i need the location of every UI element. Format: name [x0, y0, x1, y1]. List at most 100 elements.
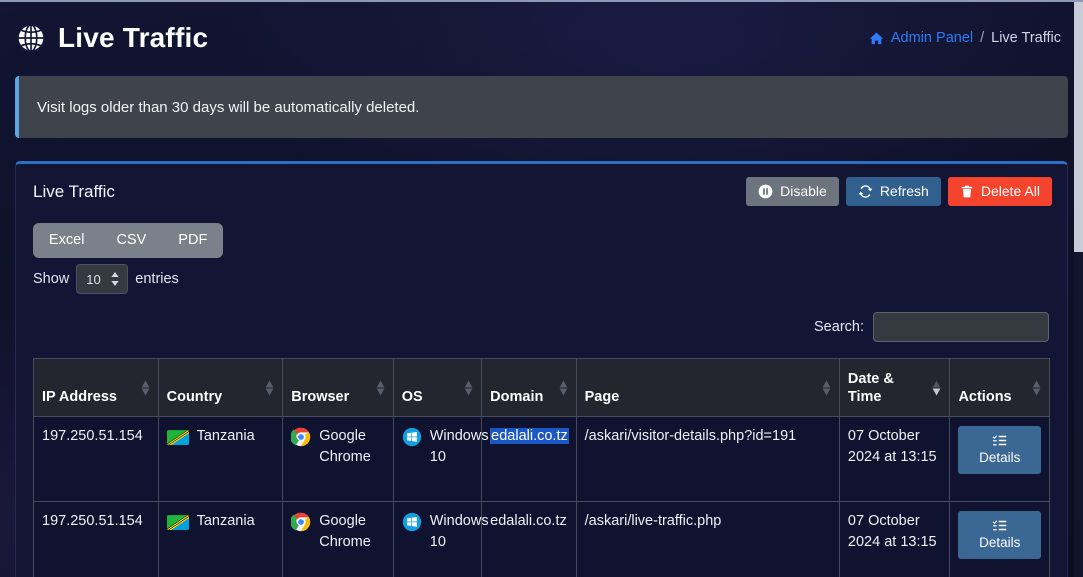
export-excel-button[interactable]: Excel: [33, 223, 100, 258]
sort-indicator-icon: [558, 379, 569, 396]
home-icon: [869, 31, 884, 46]
column-label: Domain: [490, 389, 544, 406]
sort-indicator-icon: [821, 379, 832, 396]
cell-date-time: 07 October 2024 at 13:15: [838, 416, 951, 503]
refresh-button[interactable]: Refresh: [845, 176, 941, 207]
column-label: IP Address: [42, 389, 117, 406]
breadcrumb-separator: /: [980, 30, 985, 46]
chrome-icon: [291, 512, 311, 532]
cell-country: Tanzania: [157, 501, 284, 577]
cell-os: Windows 10: [392, 501, 489, 577]
column-label: Date & Time: [847, 371, 894, 406]
cell-actions: Details: [949, 416, 1050, 503]
retention-alert: Visit logs older than 30 days will be au…: [15, 76, 1068, 138]
column-header-country[interactable]: Country: [157, 358, 284, 418]
live-traffic-card: Live Traffic Disable Refresh Delete All …: [15, 161, 1068, 577]
cell-country: Tanzania: [157, 416, 284, 503]
delete-all-button-label: Delete All: [980, 182, 1040, 199]
table-head: IP Address Country Browser OS Domain Pag…: [33, 358, 1050, 418]
disable-button-label: Disable: [780, 182, 827, 199]
cell-domain-label: edalali.co.tz: [490, 513, 567, 530]
cell-os-label: Windows 10: [429, 513, 489, 550]
card-header: Live Traffic Disable Refresh Delete All: [16, 164, 1067, 217]
sort-indicator-icon: [463, 379, 474, 396]
trash-icon: [960, 184, 974, 199]
page-header: Live Traffic Admin Panel / Live Traffic: [0, 2, 1083, 70]
search-label: Search:: [814, 319, 864, 336]
details-button-label: Details: [979, 450, 1021, 466]
cell-actions: Details: [949, 501, 1050, 577]
export-button-group: Excel CSV PDF: [33, 223, 224, 259]
page-scrollbar[interactable]: [1074, 2, 1083, 577]
page-title-group: Live Traffic: [16, 23, 208, 53]
cell-os-label: Windows 10: [429, 428, 489, 465]
delete-all-button[interactable]: Delete All: [947, 176, 1052, 207]
sort-indicator-icon: [140, 379, 151, 396]
table-header-row: IP Address Country Browser OS Domain Pag…: [33, 358, 1050, 418]
cell-ip-address: 197.250.51.154: [33, 416, 159, 503]
retention-alert-text: Visit logs older than 30 days will be au…: [37, 98, 420, 116]
sync-icon: [858, 184, 873, 199]
column-label: Actions: [958, 389, 1012, 406]
page-title: Live Traffic: [58, 22, 209, 53]
details-button[interactable]: Details: [958, 511, 1041, 560]
entries-per-page-select[interactable]: 10: [76, 264, 129, 295]
sort-indicator-icon: [1031, 379, 1042, 396]
cell-page: /askari/live-traffic.php: [575, 501, 840, 577]
export-csv-button[interactable]: CSV: [100, 223, 162, 258]
page-scrollbar-thumb[interactable]: [1074, 2, 1083, 252]
card-title: Live Traffic: [33, 182, 115, 201]
sort-indicator-desc-icon: [931, 379, 942, 396]
table-search-control: Search:: [33, 312, 1050, 343]
cell-browser-label: Google Chrome: [319, 513, 371, 550]
tanzania-flag-icon: [166, 512, 189, 531]
column-header-page[interactable]: Page: [575, 358, 840, 418]
length-prefix-label: Show: [33, 271, 70, 288]
sort-indicator-icon: [264, 379, 275, 396]
list-check-icon: [992, 518, 1008, 533]
column-header-actions[interactable]: Actions: [949, 358, 1050, 418]
windows-icon: [402, 512, 422, 532]
breadcrumb: Admin Panel / Live Traffic: [869, 30, 1065, 46]
length-suffix-label: entries: [135, 271, 179, 288]
column-header-date-time[interactable]: Date & Time: [838, 358, 951, 418]
card-toolbar: Disable Refresh Delete All: [746, 176, 1052, 207]
tanzania-flag-icon: [166, 427, 189, 446]
live-traffic-table-wrap: IP Address Country Browser OS Domain Pag…: [33, 358, 1050, 577]
cell-browser: Google Chrome: [282, 416, 394, 503]
cell-os: Windows 10: [392, 416, 489, 503]
cell-country-label: Tanzania: [196, 513, 255, 530]
disable-button[interactable]: Disable: [746, 176, 839, 207]
cell-domain-label: edalali.co.tz: [490, 428, 569, 445]
length-select-wrap: 10: [76, 264, 129, 295]
cell-browser: Google Chrome: [282, 501, 394, 577]
globe-icon: [16, 23, 46, 53]
column-label: Browser: [291, 389, 350, 406]
cell-domain: edalali.co.tz: [481, 501, 577, 577]
live-traffic-table: IP Address Country Browser OS Domain Pag…: [33, 358, 1050, 577]
sort-indicator-icon: [375, 379, 386, 396]
column-header-os[interactable]: OS: [392, 358, 483, 418]
table-row: 197.250.51.154 Tanzania Google Chrome Wi…: [33, 501, 1050, 577]
search-input[interactable]: [873, 312, 1049, 343]
export-pdf-button[interactable]: PDF: [162, 223, 223, 258]
refresh-button-label: Refresh: [879, 182, 929, 199]
column-header-domain[interactable]: Domain: [481, 358, 577, 418]
column-label: Country: [166, 389, 223, 406]
cell-ip-address: 197.250.51.154: [33, 501, 159, 577]
live-traffic-page: Live Traffic Admin Panel / Live Traffic …: [0, 0, 1083, 577]
table-body: 197.250.51.154 Tanzania Google Chrome Wi…: [33, 416, 1050, 577]
cell-domain: edalali.co.tz: [481, 416, 577, 503]
column-label: Page: [584, 389, 620, 406]
breadcrumb-link-admin-panel[interactable]: Admin Panel: [891, 30, 973, 46]
column-header-ip-address[interactable]: IP Address: [33, 358, 159, 418]
pause-circle-icon: [758, 184, 773, 199]
list-check-icon: [992, 433, 1008, 448]
card-body: Excel CSV PDF Show 10 entries Search: IP…: [16, 217, 1067, 577]
column-header-browser[interactable]: Browser: [282, 358, 394, 418]
table-row: 197.250.51.154 Tanzania Google Chrome Wi…: [33, 416, 1050, 503]
table-length-control: Show 10 entries: [33, 264, 1050, 295]
cell-country-label: Tanzania: [196, 428, 255, 445]
details-button[interactable]: Details: [958, 426, 1041, 475]
chrome-icon: [291, 427, 311, 447]
